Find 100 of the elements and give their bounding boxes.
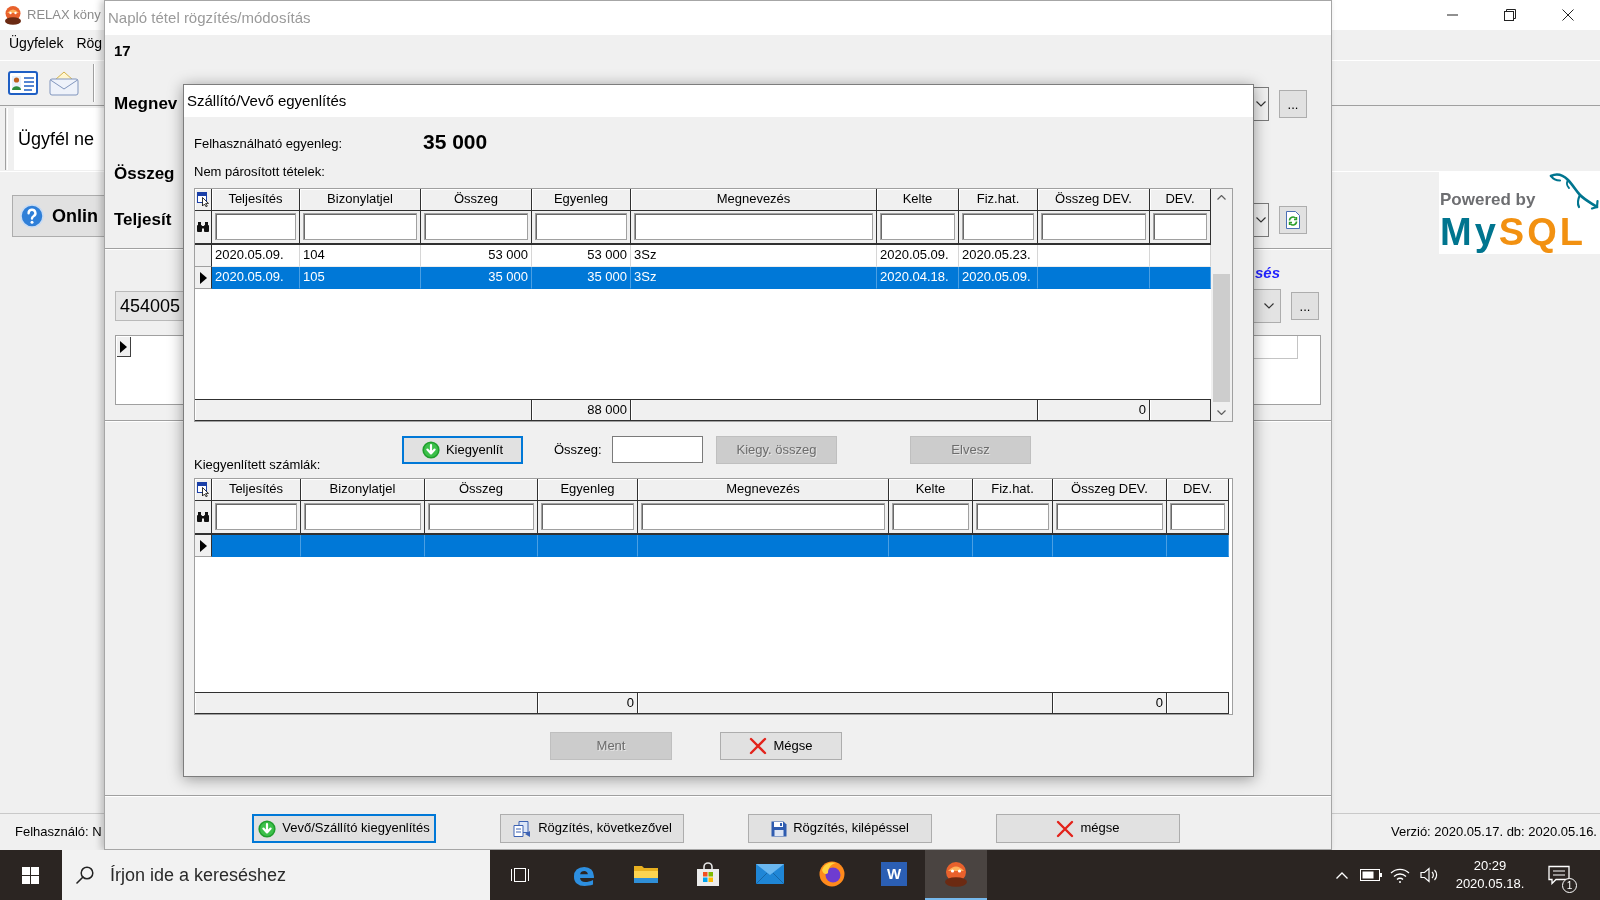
clock-time[interactable]: 20:29 — [1473, 856, 1507, 875]
filter-field[interactable] — [880, 213, 955, 240]
link[interactable]: sés — [1254, 263, 1281, 283]
combo-box[interactable] — [1254, 87, 1269, 121]
column-header[interactable]: Megnevezés — [638, 479, 889, 501]
status-text: Felhasználó: N — [15, 823, 102, 841]
taskbar-button[interactable]: W — [863, 850, 925, 900]
arrow-down-circle-icon — [258, 819, 277, 838]
browse-button[interactable]: ... — [1291, 292, 1319, 320]
client-header: Ügyfél ne — [14, 107, 104, 170]
filter-field[interactable] — [1041, 213, 1146, 240]
refresh-button[interactable] — [1279, 206, 1307, 234]
binoculars-icon[interactable] — [197, 512, 209, 522]
column-header[interactable]: Összeg — [421, 189, 532, 211]
settle-button[interactable]: Kiegyenlít — [402, 436, 523, 464]
help-icon — [20, 204, 44, 228]
search-icon — [76, 866, 94, 884]
footer-cell: 88 000 — [532, 399, 631, 421]
folder-icon — [633, 864, 659, 884]
cross-icon — [1056, 819, 1075, 838]
amount-field[interactable] — [612, 436, 703, 463]
filter-field[interactable] — [428, 503, 534, 530]
column-header[interactable]: Bizonylatjel — [301, 479, 425, 501]
chevron-down-icon — [1264, 303, 1274, 309]
filter-field[interactable] — [1170, 503, 1225, 530]
table-cell: 35 000 — [532, 267, 631, 289]
filter-field[interactable] — [535, 213, 627, 240]
settle-button[interactable]: Vevő/Szállító kiegyenlítés — [252, 814, 436, 843]
browser-icon: e — [572, 859, 596, 889]
minimize-icon[interactable] — [1446, 14, 1458, 16]
column-header[interactable]: Kelte — [877, 189, 959, 211]
column-header[interactable]: Összeg — [425, 479, 538, 501]
taskbar-button[interactable]: e — [553, 850, 615, 900]
table-row[interactable]: 2020.05.09. 104 53 000 53 000 3Sz 2020.05.09. 2020.05.23. — [195, 245, 1211, 267]
browse-button[interactable]: ... — [1279, 90, 1307, 118]
restore-icon[interactable] — [1504, 9, 1516, 21]
column-header[interactable]: Fiz.hat. — [959, 189, 1038, 211]
app-icon — [4, 5, 22, 25]
column-header[interactable]: Teljesítés — [212, 189, 300, 211]
close-icon[interactable] — [1562, 9, 1574, 21]
cancel-button[interactable]: mégse — [996, 814, 1180, 843]
table-cell: 105 — [300, 267, 421, 289]
filter-field[interactable] — [641, 503, 885, 530]
filter-field[interactable] — [215, 503, 297, 530]
arrow-down-circle-icon — [421, 441, 440, 459]
wifi-icon[interactable] — [1389, 867, 1410, 883]
save-next-button[interactable]: Rögzítés, következővel — [500, 814, 684, 843]
row-marker-icon — [199, 271, 207, 284]
table-cell: 2020.04.18. — [877, 267, 959, 289]
table-row[interactable]: 2020.05.09. 105 35 000 35 000 3Sz 2020.04.18. 2020.05.09. — [195, 267, 1211, 289]
scrollbar-thumb[interactable] — [1213, 274, 1230, 402]
filter-field[interactable] — [1153, 213, 1207, 240]
column-header[interactable]: Bizonylatjel — [300, 189, 421, 211]
combo-box[interactable] — [1254, 203, 1269, 237]
filter-field[interactable] — [215, 213, 296, 240]
clock-date[interactable]: 2020.05.18. — [1455, 875, 1525, 894]
filter-field[interactable] — [892, 503, 969, 530]
column-header[interactable]: Egyenleg — [538, 479, 638, 501]
contact-card-icon[interactable] — [8, 70, 38, 96]
column-header[interactable]: Kelte — [889, 479, 973, 501]
chevron-down-icon[interactable] — [1217, 410, 1226, 415]
column-header[interactable]: Összeg DEV. — [1038, 189, 1150, 211]
table-pointer-icon[interactable] — [197, 192, 209, 207]
start-icon[interactable] — [21, 866, 39, 884]
filter-field[interactable] — [962, 213, 1034, 240]
online-button[interactable]: Onlin — [12, 195, 104, 237]
save-exit-button[interactable]: Rögzítés, kilépéssel — [748, 814, 932, 843]
column-header[interactable]: DEV. — [1167, 479, 1229, 501]
account-field[interactable]: 454005 — [115, 291, 183, 321]
field-label: Összeg — [114, 163, 175, 185]
binoculars-icon[interactable] — [197, 222, 209, 232]
filter-field[interactable] — [424, 213, 528, 240]
fox-globe-icon — [819, 861, 845, 887]
filter-field[interactable] — [976, 503, 1049, 530]
column-header[interactable]: Megnevezés — [631, 189, 877, 211]
column-header[interactable]: Egyenleg — [532, 189, 631, 211]
table-cell: 35 000 — [421, 267, 532, 289]
battery-icon[interactable] — [1359, 869, 1382, 881]
speaker-icon[interactable] — [1419, 867, 1438, 883]
column-header[interactable]: DEV. — [1150, 189, 1211, 211]
filter-field[interactable] — [303, 213, 417, 240]
table-cell: 2020.05.09. — [212, 267, 300, 289]
cancel-button[interactable]: Mégse — [720, 732, 842, 760]
column-header[interactable]: Összeg DEV. — [1053, 479, 1167, 501]
task-view-icon[interactable] — [510, 866, 530, 884]
table-pointer-icon[interactable] — [197, 482, 209, 497]
table-cell: 3Sz — [631, 267, 877, 289]
filter-field[interactable] — [304, 503, 421, 530]
footer-cell: 0 — [538, 692, 638, 714]
filter-field[interactable] — [541, 503, 634, 530]
logo-wordmark: MySQL — [1440, 210, 1586, 254]
column-header[interactable]: Fiz.hat. — [973, 479, 1053, 501]
chevron-down-icon — [1256, 217, 1266, 223]
filter-field[interactable] — [1056, 503, 1163, 530]
column-header[interactable]: Teljesítés — [212, 479, 301, 501]
menu-item[interactable]: Rög — [76, 35, 103, 53]
filter-field[interactable] — [634, 213, 873, 240]
row-marker-icon — [199, 539, 207, 552]
app-icon — [944, 861, 968, 887]
menu-item[interactable]: Ügyfelek — [9, 35, 64, 53]
